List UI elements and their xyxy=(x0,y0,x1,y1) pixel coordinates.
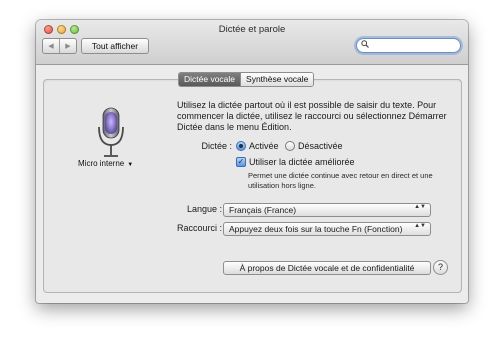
tab-bar: Dictée vocale Synthèse vocale xyxy=(178,72,315,87)
search-field[interactable] xyxy=(356,38,461,53)
popup-arrows-icon: ▲▼ xyxy=(414,204,426,210)
show-all-button[interactable]: Tout afficher xyxy=(81,38,149,54)
mic-source-menu[interactable]: Micro interne ▼ xyxy=(78,159,133,168)
chevron-down-icon: ▼ xyxy=(127,162,134,168)
popup-arrows-icon: ▲▼ xyxy=(414,223,426,229)
forward-arrow-icon[interactable]: ▶ xyxy=(59,39,76,53)
microphone-icon xyxy=(98,107,124,157)
back-arrow-icon[interactable]: ◀ xyxy=(43,39,59,53)
enhanced-dictation-checkbox[interactable]: ✓ Utiliser la dictée améliorée xyxy=(236,157,355,167)
radio-selected-icon xyxy=(236,141,246,151)
back-forward-buttons: ◀ ▶ xyxy=(42,38,77,54)
help-button[interactable]: ? xyxy=(433,260,448,275)
enhanced-dictation-note: Permet une dictée continue avec retour e… xyxy=(248,171,433,190)
shortcut-value: Appuyez deux fois sur la touche Fn (Fonc… xyxy=(229,224,403,234)
mic-source-label: Micro interne xyxy=(78,159,125,168)
search-input[interactable] xyxy=(371,39,455,52)
dictation-on-label: Activée xyxy=(249,141,279,151)
dictation-label: Dictée : xyxy=(201,141,232,151)
language-label: Langue : xyxy=(186,204,222,214)
tab-dictation[interactable]: Dictée vocale xyxy=(179,73,241,86)
checkmark-icon: ✓ xyxy=(236,157,246,167)
about-dictation-button[interactable]: À propos de Dictée vocale et de confiden… xyxy=(223,261,431,275)
intro-text: Utilisez la dictée partout où il est pos… xyxy=(177,100,447,132)
title-bar: Dictée et parole ◀ ▶ Tout afficher xyxy=(36,20,468,65)
search-icon xyxy=(361,40,369,51)
radio-unselected-icon xyxy=(285,141,295,151)
language-popup[interactable]: Français (France) ▲▼ xyxy=(223,203,431,217)
enhanced-dictation-label: Utiliser la dictée améliorée xyxy=(249,157,355,167)
tab-speech[interactable]: Synthèse vocale xyxy=(240,73,314,86)
shortcut-popup[interactable]: Appuyez deux fois sur la touche Fn (Fonc… xyxy=(223,222,431,236)
system-preferences-window: Dictée et parole ◀ ▶ Tout afficher Dicté… xyxy=(36,20,468,303)
dictation-off-radio[interactable]: Désactivée xyxy=(285,141,343,151)
dictation-on-radio[interactable]: Activée xyxy=(236,141,279,151)
shortcut-label: Raccourci : xyxy=(176,223,222,233)
dictation-off-label: Désactivée xyxy=(298,141,343,151)
language-value: Français (France) xyxy=(229,205,297,215)
window-title: Dictée et parole xyxy=(218,24,286,35)
